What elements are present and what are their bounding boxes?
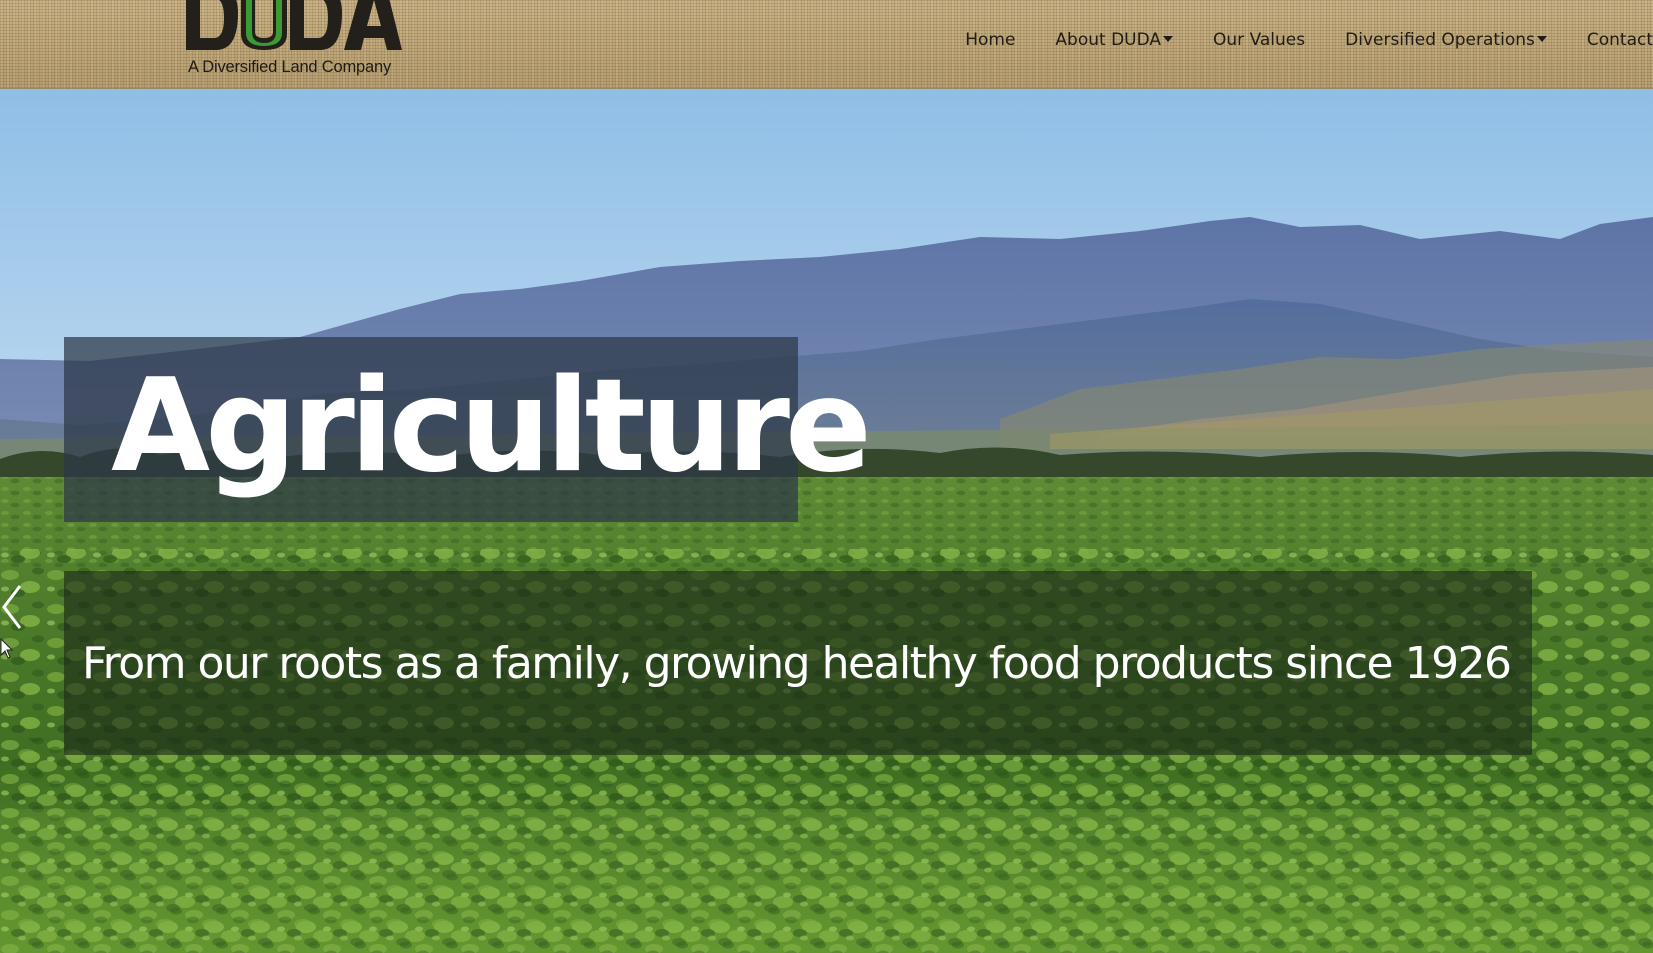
site-header: A Diversified Land Company Home About DU… bbox=[0, 0, 1653, 89]
nav-home[interactable]: Home bbox=[965, 30, 1015, 50]
nav-diversified-operations-label: Diversified Operations bbox=[1345, 30, 1535, 50]
chevron-left-icon[interactable] bbox=[0, 582, 24, 632]
mouse-cursor-icon bbox=[0, 638, 14, 659]
nav-our-values[interactable]: Our Values bbox=[1213, 30, 1305, 50]
hero-title: Agriculture bbox=[111, 352, 872, 501]
caret-down-icon bbox=[1536, 36, 1547, 42]
logo-tagline: A Diversified Land Company bbox=[188, 58, 391, 76]
nav-contact[interactable]: Contact bbox=[1587, 30, 1653, 50]
nav-diversified-operations[interactable]: Diversified Operations bbox=[1345, 30, 1547, 50]
caret-down-icon bbox=[1163, 36, 1174, 42]
nav-about-duda[interactable]: About DUDA bbox=[1055, 30, 1174, 50]
nav-contact-label: Contact bbox=[1586, 30, 1653, 50]
hero-slider: Agriculture From our roots as a family, … bbox=[0, 89, 1653, 953]
nav-about-duda-label: About DUDA bbox=[1055, 30, 1162, 50]
main-nav: Home About DUDA Our Values Diversified O… bbox=[965, 0, 1653, 80]
nav-home-label: Home bbox=[965, 30, 1016, 50]
hero-tagline: From our roots as a family, growing heal… bbox=[82, 638, 1512, 689]
logo-wordmark bbox=[186, 0, 402, 50]
nav-our-values-label: Our Values bbox=[1213, 30, 1306, 50]
site-logo[interactable]: A Diversified Land Company bbox=[186, 0, 406, 84]
